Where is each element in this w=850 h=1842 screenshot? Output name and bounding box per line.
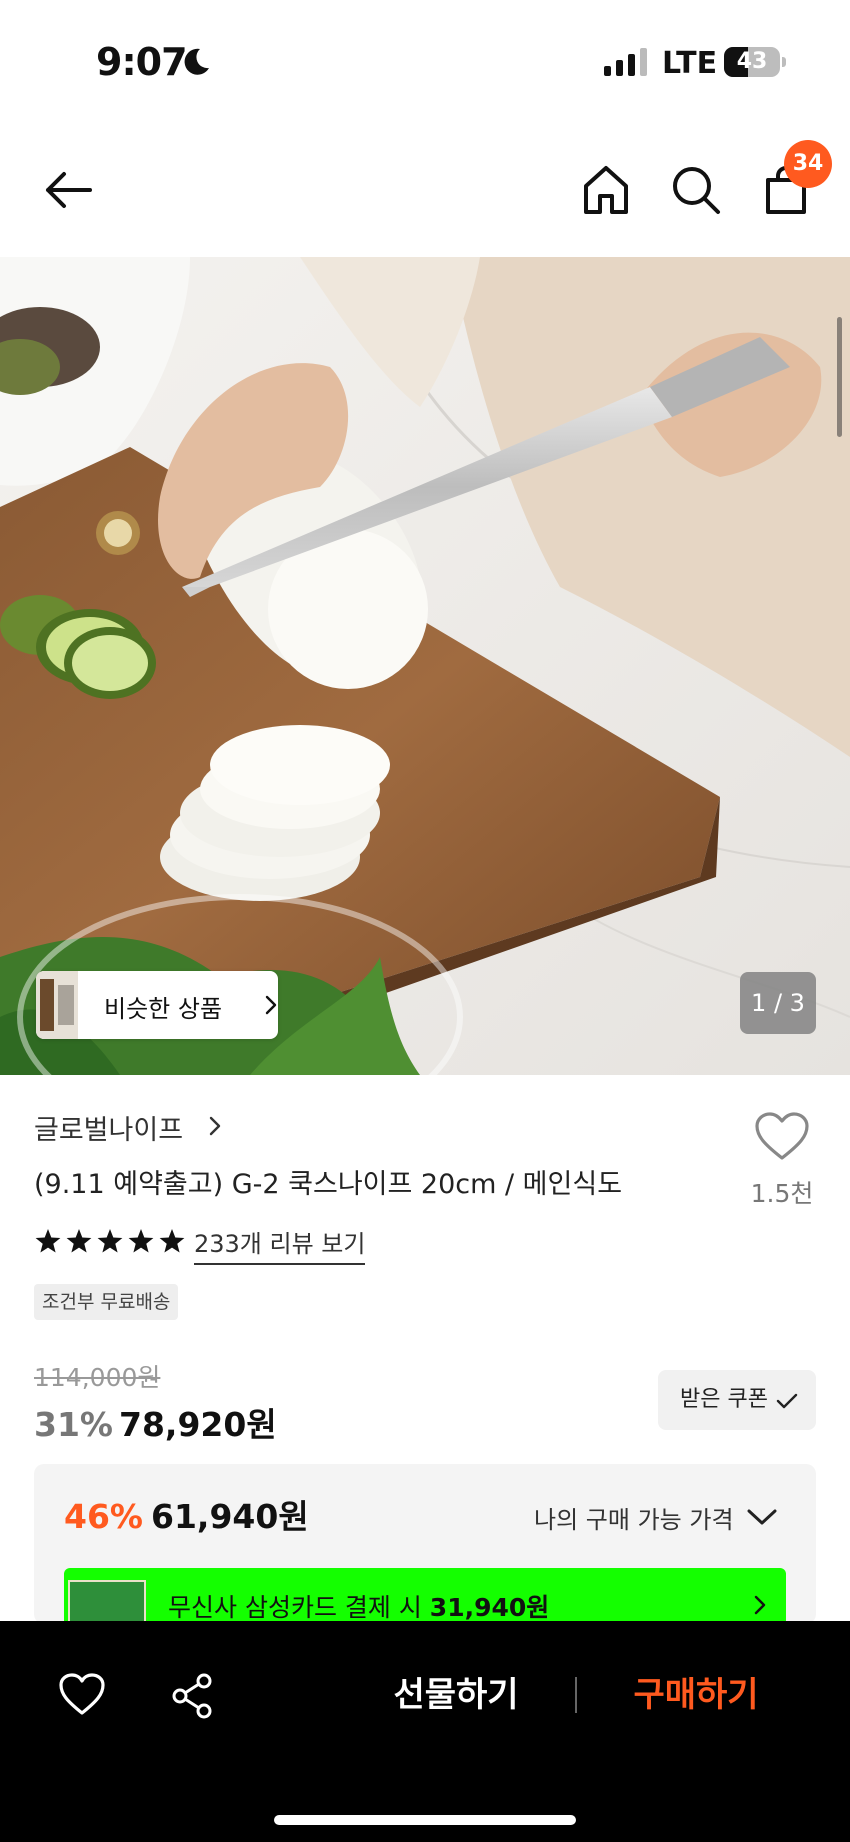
chevron-right-icon bbox=[265, 995, 277, 1015]
product-photo bbox=[0, 257, 850, 1075]
my-price-panel[interactable]: 46% 61,940원 나의 구매 가능 가격 무신사 삼성카드 결제 시 31,… bbox=[34, 1464, 816, 1624]
share-icon[interactable] bbox=[170, 1673, 214, 1719]
card-promo-thumbnail bbox=[68, 1580, 146, 1624]
chevron-down-icon[interactable] bbox=[746, 1506, 778, 1528]
top-nav-bar bbox=[0, 140, 850, 240]
review-link[interactable]: 233개 리뷰 보기 bbox=[194, 1224, 366, 1265]
gift-button[interactable]: 선물하기 bbox=[356, 1665, 556, 1725]
brand-name: 글로벌나이프 bbox=[34, 1115, 184, 1146]
moon-icon bbox=[184, 48, 209, 75]
buy-button[interactable]: 구매하기 bbox=[596, 1665, 796, 1725]
check-icon bbox=[776, 1393, 798, 1409]
status-bar: 9:07 LTE 43 bbox=[0, 0, 850, 120]
coupon-label: 받은 쿠폰 bbox=[680, 1387, 768, 1412]
discount-percent: 31% bbox=[34, 1405, 113, 1444]
chevron-right-icon bbox=[754, 1595, 766, 1615]
like-count: 1.5천 bbox=[750, 1179, 814, 1208]
received-coupon-button[interactable]: 받은 쿠폰 bbox=[658, 1370, 816, 1430]
status-time: 9:07 bbox=[96, 40, 188, 84]
home-icon[interactable] bbox=[578, 162, 634, 218]
original-price: 114,000원 bbox=[34, 1363, 161, 1392]
my-discount-percent: 46% bbox=[64, 1497, 143, 1536]
network-label: LTE bbox=[662, 46, 718, 81]
shipping-badge: 조건부 무료배송 bbox=[34, 1284, 179, 1320]
star-icon bbox=[66, 1229, 92, 1253]
my-price-row: 46% 61,940원 bbox=[64, 1490, 309, 1538]
my-price: 61,940원 bbox=[151, 1497, 309, 1536]
action-divider bbox=[575, 1677, 577, 1713]
similar-product-thumbnail bbox=[36, 971, 78, 1039]
similar-products-button[interactable]: 비슷한 상품 bbox=[36, 971, 278, 1039]
image-page-indicator: 1 / 3 bbox=[740, 972, 816, 1034]
signal-icon bbox=[604, 48, 647, 76]
like-button[interactable]: 1.5천 bbox=[746, 1112, 818, 1212]
product-title: (9.11 예약출고) G-2 쿡스나이프 20cm / 메인식도 bbox=[34, 1169, 623, 1200]
scrollbar-thumb[interactable] bbox=[837, 317, 842, 437]
sale-price: 78,920원 bbox=[119, 1405, 277, 1444]
chevron-right-icon bbox=[209, 1116, 221, 1136]
search-icon[interactable] bbox=[668, 162, 724, 218]
similar-products-label: 비슷한 상품 bbox=[104, 995, 223, 1023]
my-price-label: 나의 구매 가능 가격 bbox=[534, 1506, 734, 1534]
home-indicator bbox=[274, 1815, 576, 1825]
heart-outline-icon[interactable] bbox=[58, 1673, 106, 1717]
star-icon bbox=[159, 1229, 185, 1253]
star-icon bbox=[97, 1229, 123, 1253]
card-promo-text: 무신사 삼성카드 결제 시 31,940원 bbox=[168, 1593, 550, 1622]
star-icon bbox=[35, 1229, 61, 1253]
sale-price-row: 31% 78,920원 bbox=[34, 1398, 277, 1444]
battery-percent: 43 bbox=[736, 49, 768, 74]
heart-outline-icon bbox=[755, 1112, 809, 1160]
battery-icon: 43 bbox=[724, 47, 786, 77]
rating-stars-icon bbox=[35, 1229, 185, 1253]
product-image-gallery[interactable]: 비슷한 상품 1 / 3 bbox=[0, 257, 850, 1075]
card-promo-banner[interactable]: 무신사 삼성카드 결제 시 31,940원 bbox=[64, 1568, 786, 1624]
cart-count-badge: 34 bbox=[784, 140, 832, 188]
back-arrow-icon[interactable] bbox=[40, 162, 96, 218]
bottom-action-bar: 선물하기 구매하기 bbox=[0, 1621, 850, 1842]
brand-link[interactable]: 글로벌나이프 bbox=[34, 1108, 221, 1146]
star-icon bbox=[128, 1229, 154, 1253]
